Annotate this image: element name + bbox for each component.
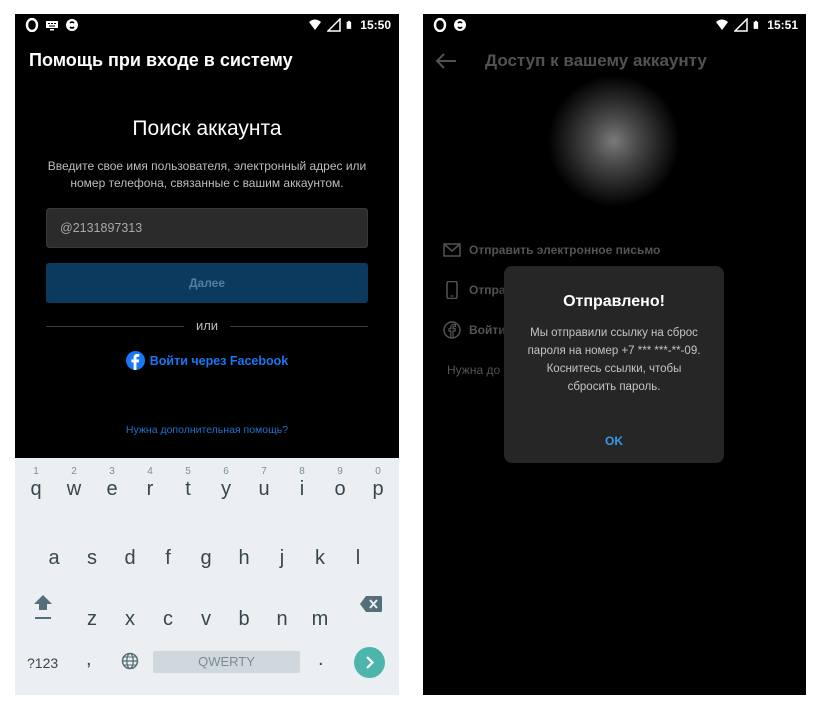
key-b[interactable]: b — [229, 608, 259, 631]
backspace-key-icon[interactable] — [359, 595, 383, 613]
wifi-icon — [716, 19, 729, 30]
key-c[interactable]: c — [153, 608, 183, 631]
dialog-title: Отправлено! — [563, 293, 665, 310]
period-key[interactable]: . — [318, 648, 324, 671]
battery-icon — [753, 20, 759, 29]
enter-key[interactable] — [354, 647, 385, 678]
signal-icon — [734, 18, 749, 32]
key-q[interactable]: 1q — [21, 466, 51, 501]
symbols-key[interactable]: ?123 — [27, 655, 58, 671]
or-divider: или — [46, 317, 368, 335]
key-m[interactable]: m — [305, 608, 335, 631]
key-s[interactable]: s — [77, 547, 107, 570]
key-i[interactable]: 8i — [287, 466, 317, 501]
key-d[interactable]: d — [115, 547, 145, 570]
opera-icon — [433, 18, 447, 32]
back-arrow-icon[interactable] — [435, 52, 457, 70]
facebook-login-label: Войти через Facebook — [149, 353, 289, 368]
key-t[interactable]: 5t — [173, 466, 203, 501]
more-help-link[interactable]: Нужна дополнительная помощь? — [15, 424, 399, 436]
key-w[interactable]: 2w — [59, 466, 89, 501]
page-title: Помощь при входе в систему — [29, 50, 293, 70]
soft-keyboard: 1q 2w 3e 4r 5t 6y 7u 8i 9o 0p a s d f g … — [15, 458, 399, 695]
send-email-option[interactable]: Отправить электронное письмо — [443, 241, 660, 259]
mail-icon — [443, 243, 461, 257]
send-sms-option[interactable]: Отпра — [443, 281, 505, 299]
status-time: 15:51 — [767, 18, 798, 32]
key-g[interactable]: g — [191, 547, 221, 570]
key-a[interactable]: a — [39, 547, 69, 570]
opera-icon — [25, 18, 39, 32]
facebook-icon — [125, 351, 145, 370]
shazam-icon — [454, 19, 466, 31]
key-u[interactable]: 7u — [249, 466, 279, 501]
section-heading: Поиск аккаунта — [132, 117, 282, 140]
wifi-icon — [309, 19, 322, 30]
more-help-link[interactable]: Нужна до — [447, 363, 500, 377]
chevron-right-icon — [366, 656, 375, 669]
status-bar: 15:50 — [15, 14, 399, 38]
confirmation-dialog: Отправлено! Мы отправили ссылку на сброс… — [504, 266, 724, 463]
facebook-icon — [443, 321, 461, 339]
page-title: Доступ к вашему аккаунту — [485, 51, 707, 70]
keyboard-notification-icon — [46, 21, 58, 31]
signal-icon — [327, 18, 342, 32]
key-r[interactable]: 4r — [135, 466, 165, 501]
facebook-login-button[interactable]: Войти через Facebook — [15, 351, 399, 370]
key-x[interactable]: x — [115, 608, 145, 631]
key-e[interactable]: 3e — [97, 466, 127, 501]
option-label: Отпра — [469, 283, 506, 297]
status-time: 15:50 — [360, 18, 391, 32]
key-y[interactable]: 6y — [211, 466, 241, 501]
space-key[interactable]: QWERTY — [153, 651, 300, 673]
battery-icon — [346, 20, 352, 29]
key-j[interactable]: j — [267, 547, 297, 570]
next-button[interactable]: Далее — [46, 263, 368, 303]
left-phone-screen: 15:50 Помощь при входе в систему Поиск а… — [15, 14, 399, 695]
key-l[interactable]: l — [343, 547, 373, 570]
key-o[interactable]: 9o — [325, 466, 355, 501]
divider-line — [230, 326, 368, 327]
status-bar: 15:51 — [423, 14, 806, 38]
key-f[interactable]: f — [153, 547, 183, 570]
instruction-text: Введите свое имя пользователя, электронн… — [47, 159, 367, 190]
facebook-login-option[interactable]: Войти — [443, 321, 506, 339]
phone-icon — [446, 281, 458, 299]
avatar — [549, 76, 679, 206]
right-phone-screen: 15:51 Доступ к вашему аккаунту Отправить… — [423, 14, 806, 695]
key-p[interactable]: 0p — [363, 466, 393, 501]
option-label: Войти — [469, 323, 506, 337]
key-n[interactable]: n — [267, 608, 297, 631]
key-z[interactable]: z — [77, 608, 107, 631]
ok-button[interactable]: OK — [504, 434, 724, 448]
key-k[interactable]: k — [305, 547, 335, 570]
key-v[interactable]: v — [191, 608, 221, 631]
option-label: Отправить электронное письмо — [469, 243, 661, 257]
comma-key[interactable]: , — [86, 648, 92, 671]
shift-key-icon[interactable] — [32, 593, 54, 621]
globe-icon[interactable] — [121, 652, 139, 670]
username-input[interactable]: @2131897313 — [46, 208, 368, 248]
dialog-message: Мы отправили ссылку на сброс пароля на н… — [527, 327, 701, 393]
shazam-icon — [66, 19, 78, 31]
key-h[interactable]: h — [229, 547, 259, 570]
